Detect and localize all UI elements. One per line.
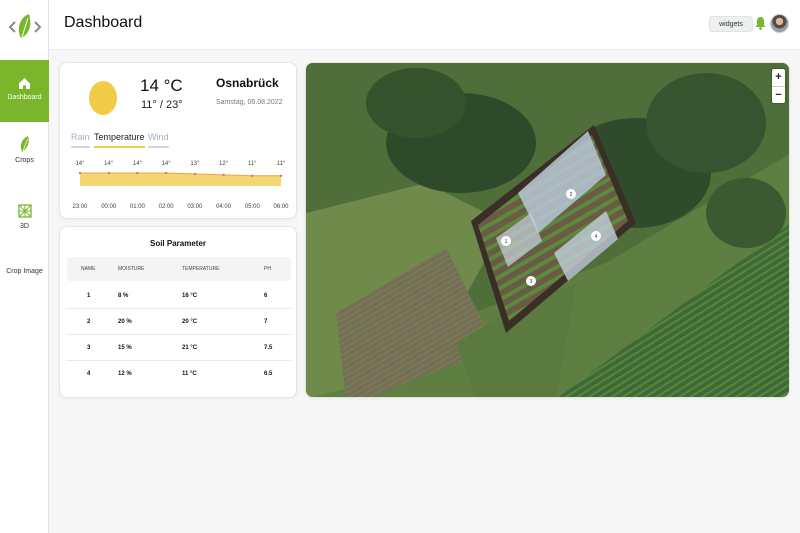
- cell-moisture: 15 %: [118, 345, 132, 351]
- temperature-point: [222, 173, 225, 177]
- cell-name: 3: [87, 345, 91, 351]
- map-marker-3-label: 3: [530, 279, 533, 285]
- column-header-ph: PH: [264, 266, 271, 272]
- cube-3d-icon: [17, 204, 32, 218]
- home-icon: [19, 78, 30, 89]
- cell-moisture: 20 %: [118, 319, 132, 325]
- temperature-value-label: 14°: [133, 161, 143, 167]
- cell-name: 1: [87, 293, 91, 299]
- soil-parameter-card: Soil Parameter NAME MOISTURE TEMPERATURE…: [59, 226, 297, 398]
- top-bar: Dashboard widgets: [49, 0, 800, 50]
- app-logo[interactable]: [8, 10, 42, 44]
- cell-name: 2: [87, 319, 91, 325]
- sidebar-item-label: Dashboard: [7, 94, 42, 101]
- temperature-area: [80, 173, 281, 186]
- cell-temperature: 16 °C: [182, 293, 198, 299]
- sidebar-item-label: 3D: [20, 223, 29, 230]
- temperature-value-label: 13°: [190, 161, 200, 167]
- column-header-name: NAME: [81, 266, 96, 272]
- time-tick-label: 00:00: [101, 204, 117, 210]
- time-tick-label: 01:00: [130, 204, 146, 210]
- cell-temperature: 21 °C: [182, 345, 198, 351]
- time-tick-label: 03:00: [187, 204, 203, 210]
- tab-temperature[interactable]: Temperature: [94, 132, 145, 148]
- table-header: NAME MOISTURE TEMPERATURE PH: [67, 257, 291, 281]
- time-tick-label: 06:00: [273, 204, 289, 210]
- sidebar-item-dashboard[interactable]: Dashboard: [0, 60, 49, 122]
- aerial-map[interactable]: 1 2 3 4 + −: [305, 62, 790, 398]
- temperature-point: [279, 174, 283, 177]
- cell-temperature: 11 °C: [182, 371, 197, 377]
- cell-ph: 6.5: [264, 371, 273, 377]
- cell-name: 4: [87, 371, 91, 377]
- sidebar-item-crops[interactable]: Crops: [0, 135, 49, 175]
- map-marker-4-label: 4: [595, 234, 598, 240]
- temperature-value-label: 14°: [75, 161, 85, 167]
- temperature-value-label: 11°: [248, 161, 257, 167]
- sidebar-item-3d[interactable]: 3D: [0, 203, 49, 239]
- sidebar-item-crop-image[interactable]: Crop Image: [0, 268, 49, 280]
- cell-moisture: 8 %: [118, 293, 129, 299]
- zoom-control: + −: [772, 69, 785, 103]
- table-row: 3 15 % 21 °C 7.5: [67, 335, 291, 361]
- leaf-icon: [20, 136, 29, 152]
- time-tick-label: 02:00: [159, 204, 175, 210]
- temperature-chart: 14° 23:00 14° 00:00 14° 01:00 14° 02:00 13° 03:00…: [72, 161, 289, 210]
- temperature-point: [107, 171, 110, 175]
- column-header-temperature: TEMPERATURE: [182, 266, 220, 272]
- temperature-point: [164, 171, 168, 175]
- tab-rain[interactable]: Rain: [71, 132, 90, 148]
- map-marker-1-label: 1: [505, 239, 508, 245]
- temperature-value-label: 12°: [219, 161, 229, 167]
- temperature-point: [136, 171, 139, 175]
- map-marker-2-label: 2: [570, 192, 573, 198]
- temperature-point: [193, 172, 197, 176]
- sidebar-item-label: Crops: [15, 157, 34, 164]
- sidebar-item-label: Crop Image: [6, 268, 43, 275]
- temperature-value-label: 11°: [277, 161, 286, 167]
- time-tick-label: 23:00: [72, 204, 88, 210]
- cell-temperature: 20 °C: [182, 319, 198, 325]
- table-row: 2 20 % 20 °C 7: [67, 309, 291, 335]
- table-row: 4 12 % 11 °C 6.5: [67, 361, 291, 387]
- min-max-temperature: 11° / 23°: [141, 99, 183, 111]
- cell-ph: 7.5: [264, 345, 273, 351]
- sidebar: Dashboard Crops 3D Crop Image: [0, 0, 49, 533]
- page-title: Dashboard: [64, 14, 143, 31]
- bell-icon[interactable]: [755, 16, 766, 30]
- tab-wind[interactable]: Wind: [148, 132, 169, 148]
- time-tick-label: 05:00: [245, 204, 261, 210]
- cell-ph: 7: [264, 319, 268, 325]
- temperature-point: [251, 174, 254, 177]
- cell-moisture: 12 %: [118, 371, 132, 377]
- widgets-button[interactable]: widgets: [709, 16, 753, 32]
- temperature-value-label: 14°: [162, 161, 172, 167]
- zoom-in-button[interactable]: +: [772, 69, 785, 86]
- city-name: Osnabrück: [216, 76, 279, 90]
- sun-icon: [89, 81, 117, 115]
- avatar[interactable]: [770, 14, 789, 33]
- column-header-moisture: MOISTURE: [118, 266, 145, 272]
- soil-title: Soil Parameter: [149, 239, 207, 248]
- weather-card: 14 °C 11° / 23° Osnabrück Samstag, 06.08…: [59, 62, 297, 219]
- aerial-image[interactable]: 1 2 3 4: [306, 63, 790, 398]
- time-tick-label: 04:00: [216, 204, 232, 210]
- temperature-point: [78, 171, 82, 175]
- table-row: 1 8 % 16 °C 6: [67, 283, 291, 309]
- weather-date: Samstag, 06.08.2022: [216, 99, 283, 106]
- zoom-out-button[interactable]: −: [772, 86, 785, 103]
- current-temperature: 14 °C: [140, 76, 183, 95]
- temperature-value-label: 14°: [104, 161, 114, 167]
- cell-ph: 6: [264, 293, 268, 299]
